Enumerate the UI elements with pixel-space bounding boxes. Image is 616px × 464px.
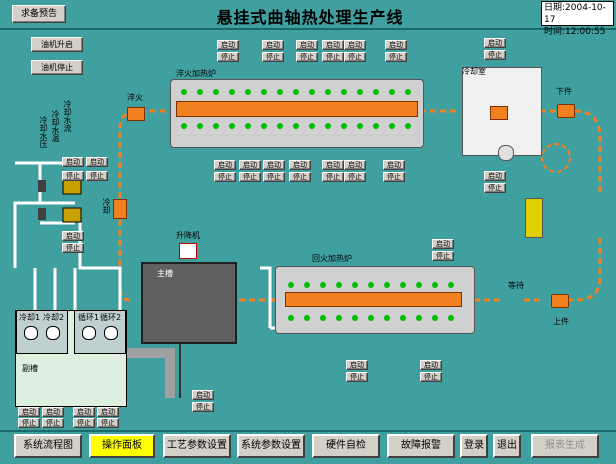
pump3-start[interactable]: 启动	[62, 231, 84, 241]
cooler-stop-button[interactable]: 停止	[484, 50, 506, 60]
pump2-stop[interactable]: 停止	[86, 171, 108, 181]
wait-label: 等待	[508, 281, 524, 290]
tempering-start-bottom1[interactable]: 启动	[346, 360, 368, 370]
nav-button-4[interactable]: 硬件自检	[312, 434, 380, 458]
quench-top-stop-button[interactable]: 停止	[296, 52, 318, 62]
quench-top-start-button[interactable]: 启动	[344, 40, 366, 50]
cooler-part	[490, 106, 508, 120]
quench-bottom-stop-button[interactable]: 停止	[239, 172, 261, 182]
quench-bottom-start-button[interactable]: 启动	[214, 160, 236, 170]
quench-top-start-button[interactable]: 启动	[217, 40, 239, 50]
lift-label: 升降机	[176, 231, 200, 240]
date-label: 日期:	[544, 3, 566, 13]
quench-bottom-stop-button[interactable]: 停止	[344, 172, 366, 182]
sub-tank-label: 副槽	[22, 364, 38, 373]
load-label: 上件	[553, 317, 569, 326]
pump-label-1: 冷却1	[19, 313, 41, 322]
subtank-stop-2[interactable]: 停止	[42, 418, 64, 428]
pump3-stop[interactable]: 停止	[62, 243, 84, 253]
pump-gauge-icon	[82, 326, 96, 340]
nav-button-8[interactable]: 报表生成	[531, 434, 599, 458]
cooler-pump-icon	[498, 145, 514, 161]
cooler-stop2-button[interactable]: 停止	[484, 183, 506, 193]
quench-bottom-stop-button[interactable]: 停止	[322, 172, 344, 182]
tempering-start-top1[interactable]: 启动	[432, 239, 454, 249]
login-button[interactable]: 求备预告	[12, 5, 66, 23]
quench-top-stop-button[interactable]: 停止	[217, 52, 239, 62]
quench-bottom-start-button[interactable]: 启动	[289, 160, 311, 170]
pump2-start[interactable]: 启动	[86, 157, 108, 167]
left-cooling-label: 冷却	[102, 198, 111, 214]
pump1-stop[interactable]: 停止	[62, 171, 84, 181]
cooler-start2-button[interactable]: 启动	[484, 171, 506, 181]
tank-stop-button[interactable]: 停止	[192, 402, 214, 412]
nav-button-6[interactable]: 登录	[460, 434, 488, 458]
tempering-furnace-label: 回火加热炉	[312, 254, 352, 263]
load-part	[551, 294, 569, 308]
pump-label-4: 循环2	[100, 313, 122, 322]
pump-label-3: 循环1	[78, 313, 100, 322]
tempering-stop-top1[interactable]: 停止	[432, 251, 454, 261]
nav-button-2[interactable]: 工艺参数设置	[163, 434, 231, 458]
main-tank	[141, 262, 237, 344]
nav-button-5[interactable]: 故障报警	[387, 434, 455, 458]
tempering-stop-bottom2[interactable]: 停止	[420, 372, 442, 382]
page-title: 悬挂式曲轴热处理生产线	[216, 8, 404, 27]
quench-top-start-button[interactable]: 启动	[322, 40, 344, 50]
quench-top-stop-button[interactable]: 停止	[262, 52, 284, 62]
quench-top-stop-button[interactable]: 停止	[385, 52, 407, 62]
quench-label: 淬火	[127, 93, 143, 102]
quench-top-stop-button[interactable]: 停止	[322, 52, 344, 62]
subtank-stop-4[interactable]: 停止	[97, 418, 119, 428]
cooling-chamber-label: 冷却室	[462, 67, 486, 76]
yellow-valve-icon	[525, 198, 543, 238]
quench-part	[127, 107, 145, 121]
subtank-start-3[interactable]: 启动	[73, 407, 95, 417]
left-part	[113, 199, 127, 219]
quench-bottom-start-button[interactable]: 启动	[383, 160, 405, 170]
quench-bottom-stop-button[interactable]: 停止	[383, 172, 405, 182]
quench-bottom-start-button[interactable]: 启动	[322, 160, 344, 170]
subtank-start-4[interactable]: 启动	[97, 407, 119, 417]
quench-bottom-stop-button[interactable]: 停止	[263, 172, 285, 182]
subtank-start-1[interactable]: 启动	[18, 407, 40, 417]
quench-top-start-button[interactable]: 启动	[296, 40, 318, 50]
pump-gauge-icon	[46, 326, 60, 340]
subtank-stop-3[interactable]: 停止	[73, 418, 95, 428]
quench-top-stop-button[interactable]: 停止	[344, 52, 366, 62]
pump-label-2: 冷却2	[43, 313, 65, 322]
nav-button-3[interactable]: 系统参数设置	[237, 434, 305, 458]
nav-button-7[interactable]: 退出	[493, 434, 521, 458]
pump-gauge-icon	[24, 326, 38, 340]
quench-furnace-indicators	[181, 89, 411, 129]
quench-top-start-button[interactable]: 启动	[262, 40, 284, 50]
tank-start-button[interactable]: 启动	[192, 390, 214, 400]
tempering-stop-bottom1[interactable]: 停止	[346, 372, 368, 382]
datetime-display: 日期:2004-10-17 时间:12:00:55	[541, 1, 614, 37]
nav-button-0[interactable]: 系统流程图	[14, 434, 82, 458]
main-tank-label: 主槽	[157, 269, 173, 278]
pump-gauge-icon	[104, 326, 118, 340]
quench-furnace-label: 淬火加热炉	[176, 69, 216, 78]
lift-icon	[179, 243, 197, 259]
subtank-stop-1[interactable]: 停止	[18, 418, 40, 428]
pump1-start[interactable]: 启动	[62, 157, 84, 167]
cooler-start-button[interactable]: 启动	[484, 38, 506, 48]
quench-bottom-start-button[interactable]: 启动	[239, 160, 261, 170]
unload-part	[557, 104, 575, 118]
quench-bottom-stop-button[interactable]: 停止	[289, 172, 311, 182]
nav-button-1[interactable]: 操作面板	[89, 434, 155, 458]
quench-top-start-button[interactable]: 启动	[385, 40, 407, 50]
quench-bottom-start-button[interactable]: 启动	[344, 160, 366, 170]
unload-label: 下件	[556, 87, 572, 96]
quench-bottom-start-button[interactable]: 启动	[263, 160, 285, 170]
subtank-start-2[interactable]: 启动	[42, 407, 64, 417]
tempering-furnace-indicators	[288, 282, 454, 321]
quench-bottom-stop-button[interactable]: 停止	[214, 172, 236, 182]
tempering-start-bottom2[interactable]: 启动	[420, 360, 442, 370]
